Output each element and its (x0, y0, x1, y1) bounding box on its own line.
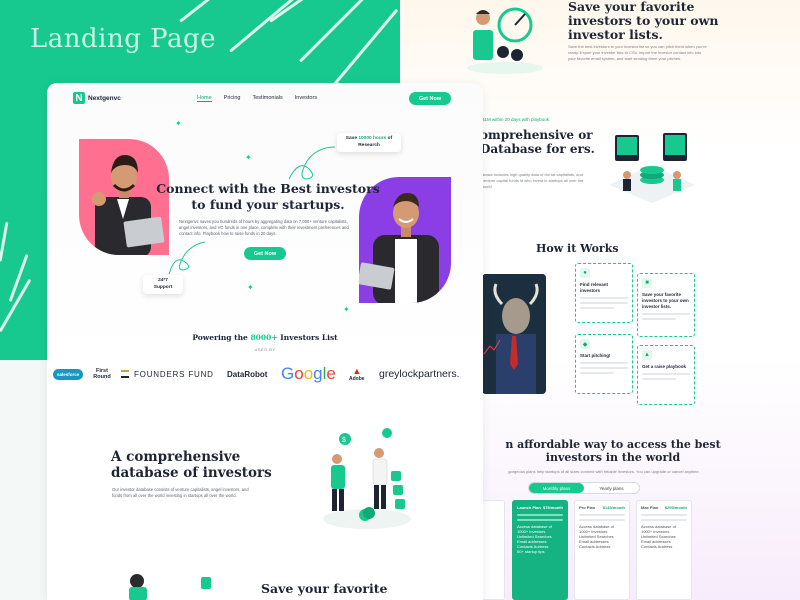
client-logos: salesforce First Round FOUNDERS FUND Dat… (53, 363, 479, 385)
database-section-title: A comprehensive database of investors (111, 449, 272, 481)
save-section-title: Save your favorite (261, 581, 388, 596)
hero-title: Connect with the Best investors to fund … (156, 181, 380, 212)
nav-get-now-button[interactable]: Get Now (409, 92, 451, 105)
step-save-investors: ■ Save your favorite investors to your o… (637, 273, 695, 337)
plan-card-pro[interactable]: Pro Plan $149/month Access database of 10… (574, 500, 630, 600)
hero-subtitle: Nextgenvc saves you hundreds of hours by… (179, 219, 349, 236)
founders-fund-logo: FOUNDERS FUND (121, 363, 214, 385)
book-icon: ▲ (642, 350, 652, 360)
preview-save-body: Save the best investors to your investor… (568, 44, 707, 61)
adobe-logo: ▲ Adobe (349, 365, 365, 382)
brand-name: Nextgenvc (88, 94, 121, 102)
navbar: N Nextgenvc Home Pricing Testimonials In… (47, 83, 483, 113)
preview-afford-title: n affordable way to access the best inve… (505, 438, 721, 464)
users-icon: ● (580, 268, 590, 278)
bookmark-icon: ■ (642, 278, 652, 288)
greylock-logo: greylockpartners. (379, 368, 460, 380)
preview-how-title: How it Works (536, 242, 619, 255)
preview-save-title: Save your favorite investors to your own… (568, 0, 719, 42)
sparkle-icon: ✦ (247, 283, 254, 292)
sparkle-icon: ✦ (175, 119, 182, 128)
svg-text:$: $ (342, 437, 346, 444)
nav-testimonials[interactable]: Testimonials (252, 95, 282, 102)
research-badge: Save 10000 hours of Research (337, 133, 401, 152)
nav-links: Home Pricing Testimonials Investors (197, 95, 317, 102)
google-logo: Google (281, 364, 336, 383)
curly-arrow-decoration (288, 146, 336, 180)
plan-card-partial (483, 500, 505, 600)
nav-investors[interactable]: Investors (295, 95, 317, 102)
step-get-playbook: ▲ Get a raise playbook (637, 345, 695, 405)
showcase-title: Landing Page (30, 24, 216, 54)
preview-afford-sub: gorgeous plans help startups of all size… (508, 469, 700, 474)
first-round-logo: First Round (93, 368, 111, 380)
database-section-illustration: $ (323, 428, 411, 529)
billing-toggle[interactable]: Monthly plans Yearly plans (528, 482, 640, 494)
hero-get-now-button[interactable]: Get Now (244, 247, 286, 260)
bull-image (482, 274, 546, 394)
datarobot-logo: DataRobot (227, 369, 268, 379)
nav-pricing[interactable]: Pricing (224, 95, 241, 102)
plan-card-launch[interactable]: Launch Plan $79/month Access database of … (512, 500, 568, 600)
curly-arrow-decoration-2 (168, 241, 206, 275)
salesforce-logo: salesforce (53, 363, 84, 385)
database-illustration (609, 133, 695, 203)
used-by-label: USED BY (254, 347, 276, 352)
save-section-illustration (129, 574, 211, 600)
sparkle-icon: ✦ (343, 305, 350, 314)
plan-card-max[interactable]: Max Plan $299/month Access database of 10… (636, 500, 692, 600)
chat-icon: ◆ (580, 339, 590, 349)
step-find-investors: ● Find relevant investors (575, 263, 633, 323)
sparkle-icon: ✦ (245, 153, 252, 162)
investor-list-illustration (467, 7, 543, 74)
landing-page-card: N Nextgenvc Home Pricing Testimonials In… (47, 83, 483, 600)
database-section-body: Our investor database consists of ventur… (112, 487, 249, 498)
powering-heading: Powering the 8000+ Investors List (192, 333, 338, 342)
monthly-plans-option[interactable]: Monthly plans (529, 483, 584, 493)
preview-db-pretitle: $1M within 20 days with playbook. (482, 117, 551, 122)
logo-icon: N (73, 92, 85, 104)
step-start-pitching: ◆ Start pitching! (575, 334, 633, 394)
preview-db-title: omprehensive or Database for ers. (480, 128, 595, 156)
preview-db-body: abase includes high quality data of the … (482, 172, 584, 189)
nav-home[interactable]: Home (197, 95, 212, 102)
yearly-plans-option[interactable]: Yearly plans (584, 486, 639, 491)
